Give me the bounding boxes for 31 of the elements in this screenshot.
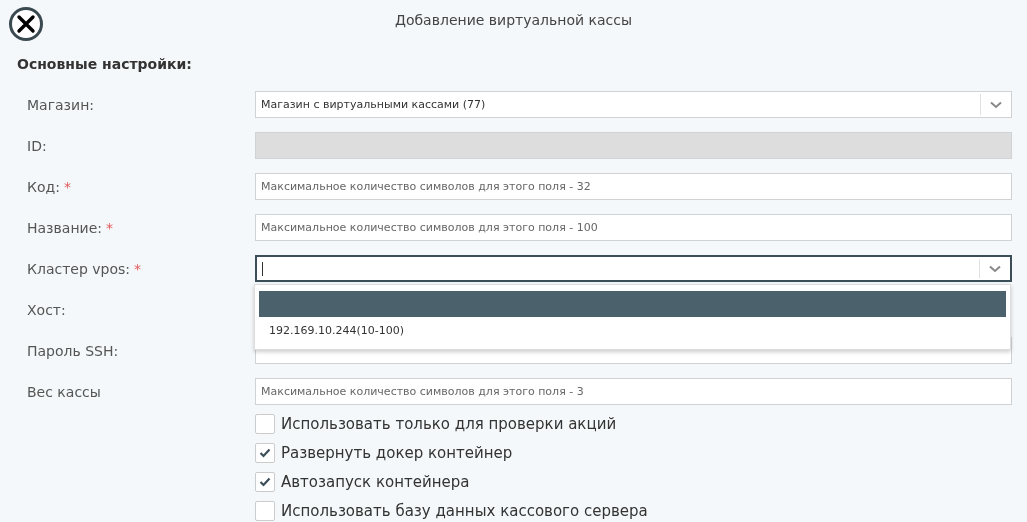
input-field[interactable]: Максимальное количество символов для этого поля - 100 — [255, 214, 1012, 241]
input-field[interactable]: Максимальное количество символов для этого поля - 3 — [255, 378, 1012, 405]
check-icon — [259, 477, 271, 487]
checkbox[interactable] — [255, 501, 275, 521]
cluster-select[interactable] — [255, 255, 1012, 282]
required-mark: * — [134, 260, 142, 277]
close-icon[interactable] — [8, 6, 44, 42]
chevron-down-icon[interactable] — [989, 264, 1001, 273]
required-mark: * — [63, 178, 71, 195]
checkbox-label: Использовать базу данных кассового сервера — [281, 502, 648, 520]
field-label: Пароль SSH: — [27, 342, 119, 359]
checkbox[interactable] — [255, 443, 275, 463]
field-label: Код: — [27, 178, 60, 195]
input-field[interactable]: Максимальное количество символов для этого поля - 32 — [255, 173, 1012, 200]
chevron-down-icon[interactable] — [990, 100, 1002, 109]
dialog-title: Добавление виртуальной кассы — [394, 12, 633, 28]
field-label: Название: — [27, 219, 102, 236]
checkbox-label: Автозапуск контейнера — [281, 473, 470, 491]
checkbox-label: Развернуть докер контейнер — [281, 444, 513, 462]
shop-select[interactable]: Магазин с виртуальными кассами (77) — [255, 91, 1012, 118]
field-label: Магазин: — [27, 96, 94, 113]
required-mark: * — [105, 219, 113, 236]
check-icon — [259, 448, 271, 458]
checkbox-label: Использовать только для проверки акций — [281, 415, 617, 433]
field-label: Хост: — [27, 301, 66, 318]
checkbox[interactable] — [255, 472, 275, 492]
field-label: ID: — [27, 137, 47, 154]
section-heading: Основные настройки: — [17, 55, 192, 74]
field-label: Кластер vpos: — [27, 260, 131, 277]
checkbox[interactable] — [255, 414, 275, 434]
field-label: Вес кассы — [27, 383, 101, 400]
